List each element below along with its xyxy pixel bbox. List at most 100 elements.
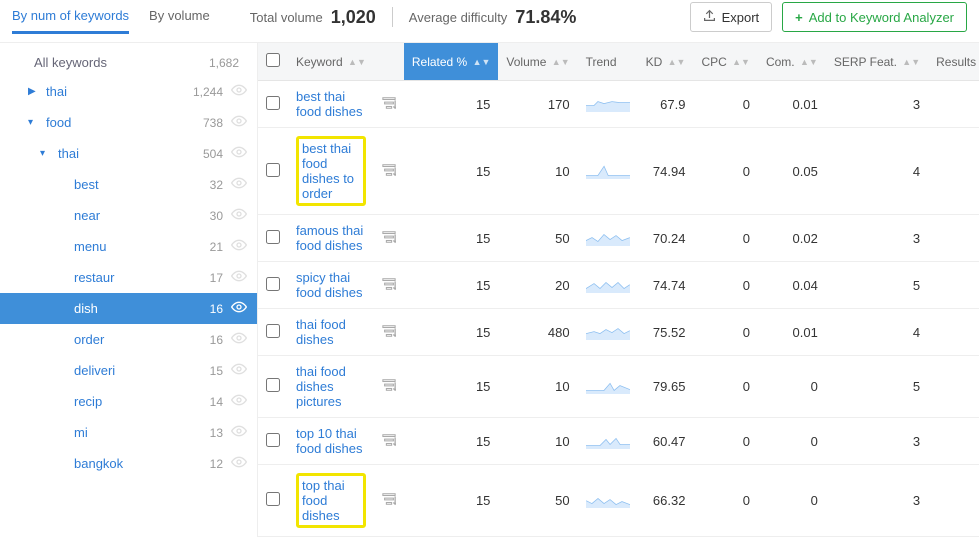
tree-label: restaur (74, 270, 210, 285)
filter-icon[interactable] (382, 232, 396, 247)
sort-icon: ▲▼ (732, 59, 750, 65)
col-filter-placeholder (374, 43, 404, 81)
tree-item-thai[interactable]: ▶ thai 1,244 (0, 76, 257, 107)
kd-cell: 66.32 (638, 465, 694, 537)
tree-item-menu[interactable]: menu 21 (0, 231, 257, 262)
keyword-cell[interactable]: best thai food dishes (288, 81, 374, 128)
row-checkbox[interactable] (266, 324, 280, 338)
table-row: top 10 thai food dishes 15 10 60.47 0 0 … (258, 418, 979, 465)
cpc-cell: 0 (693, 309, 758, 356)
col-serp-feat[interactable]: SERP Feat. ▲▼ (826, 43, 928, 81)
serp-feat-cell: 4 (826, 128, 928, 215)
tree-item-near[interactable]: near 30 (0, 200, 257, 231)
eye-icon[interactable] (231, 423, 247, 442)
tab-by-volume[interactable]: By volume (149, 0, 210, 34)
cpc-cell: 0 (693, 465, 758, 537)
trend-cell (578, 215, 638, 262)
export-label: Export (722, 10, 760, 25)
keyword-cell[interactable]: top thai food dishes (288, 465, 374, 537)
row-checkbox[interactable] (266, 96, 280, 110)
tree-item-order[interactable]: order 16 (0, 324, 257, 355)
filter-icon[interactable] (382, 326, 396, 341)
row-checkbox[interactable] (266, 433, 280, 447)
tree-item-recip[interactable]: recip 14 (0, 386, 257, 417)
eye-icon[interactable] (231, 144, 247, 163)
filter-icon[interactable] (382, 380, 396, 395)
row-checkbox[interactable] (266, 378, 280, 392)
row-checkbox[interactable] (266, 492, 280, 506)
select-all-checkbox[interactable] (266, 53, 280, 67)
tab-by-num-keywords[interactable]: By num of keywords (12, 0, 129, 34)
keyword-cell[interactable]: thai food dishes (288, 309, 374, 356)
eye-icon[interactable] (231, 268, 247, 287)
col-com[interactable]: Com. ▲▼ (758, 43, 826, 81)
row-checkbox[interactable] (266, 277, 280, 291)
tree-item-restaur[interactable]: restaur 17 (0, 262, 257, 293)
keyword-cell[interactable]: best thai food dishes to order (288, 128, 374, 215)
sort-icon: ▲▼ (552, 59, 570, 65)
related-cell: 15 (404, 309, 499, 356)
avg-difficulty-label: Average difficulty (409, 10, 508, 25)
eye-icon[interactable] (231, 392, 247, 411)
eye-icon[interactable] (231, 82, 247, 101)
tree-item-best[interactable]: best 32 (0, 169, 257, 200)
tree-item-bangkok[interactable]: bangkok 12 (0, 448, 257, 479)
eye-icon[interactable] (231, 454, 247, 473)
volume-cell: 50 (498, 465, 577, 537)
tree-item-thai[interactable]: ▾ thai 504 (0, 138, 257, 169)
export-button[interactable]: Export (690, 2, 773, 32)
com-cell: 0 (758, 418, 826, 465)
sort-icon: ▲▼ (902, 59, 920, 65)
tree-label: All keywords (34, 55, 209, 70)
tree-label: menu (74, 239, 210, 254)
col-kd[interactable]: KD ▲▼ (638, 43, 694, 81)
keyword-cell[interactable]: spicy thai food dishes (288, 262, 374, 309)
eye-icon[interactable] (231, 237, 247, 256)
stats-bar: Total volume 1,020 Average difficulty 71… (250, 7, 577, 28)
filter-icon[interactable] (382, 98, 396, 113)
sort-icon: ▲▼ (800, 59, 818, 65)
eye-icon[interactable] (231, 175, 247, 194)
serp-feat-cell: 3 (826, 465, 928, 537)
serp-feat-cell: 5 (826, 356, 928, 418)
col-related-label: Related % (412, 55, 467, 69)
keyword-cell[interactable]: thai food dishes pictures (288, 356, 374, 418)
table-row: best thai food dishes to order 15 10 74.… (258, 128, 979, 215)
col-com-label: Com. (766, 55, 795, 69)
eye-icon[interactable] (231, 299, 247, 318)
col-cpc[interactable]: CPC ▲▼ (693, 43, 758, 81)
col-related[interactable]: Related % ▲▼ (404, 43, 499, 81)
select-all-header[interactable] (258, 43, 288, 81)
eye-icon[interactable] (231, 206, 247, 225)
keyword-cell[interactable]: famous thai food dishes (288, 215, 374, 262)
filter-icon[interactable] (382, 435, 396, 450)
col-keyword[interactable]: Keyword ▲▼ (288, 43, 374, 81)
com-cell: 0 (758, 356, 826, 418)
eye-icon[interactable] (231, 330, 247, 349)
chevron-icon: ▶ (28, 86, 38, 97)
results-cell: n/a (928, 215, 979, 262)
sort-icon: ▲▼ (473, 59, 491, 65)
row-checkbox[interactable] (266, 230, 280, 244)
keyword-cell[interactable]: top 10 thai food dishes (288, 418, 374, 465)
col-results: Results in SERP (928, 43, 979, 81)
filter-icon[interactable] (382, 279, 396, 294)
eye-icon[interactable] (231, 113, 247, 132)
related-cell: 15 (404, 215, 499, 262)
tree-item-mi[interactable]: mi 13 (0, 417, 257, 448)
add-to-analyzer-button[interactable]: + Add to Keyword Analyzer (782, 2, 967, 32)
filter-icon[interactable] (382, 494, 396, 509)
kd-cell: 75.52 (638, 309, 694, 356)
cpc-cell: 0 (693, 356, 758, 418)
eye-icon[interactable] (231, 361, 247, 380)
filter-icon[interactable] (382, 165, 396, 180)
tree-item-food[interactable]: ▾ food 738 (0, 107, 257, 138)
volume-cell: 10 (498, 128, 577, 215)
row-checkbox[interactable] (266, 163, 280, 177)
col-volume-label: Volume (506, 55, 546, 69)
col-volume[interactable]: Volume ▲▼ (498, 43, 577, 81)
tree-item-dish[interactable]: dish 16 (0, 293, 257, 324)
tree-item-All-keywords[interactable]: All keywords 1,682 (0, 49, 257, 76)
tree-item-deliveri[interactable]: deliveri 15 (0, 355, 257, 386)
cpc-cell: 0 (693, 262, 758, 309)
